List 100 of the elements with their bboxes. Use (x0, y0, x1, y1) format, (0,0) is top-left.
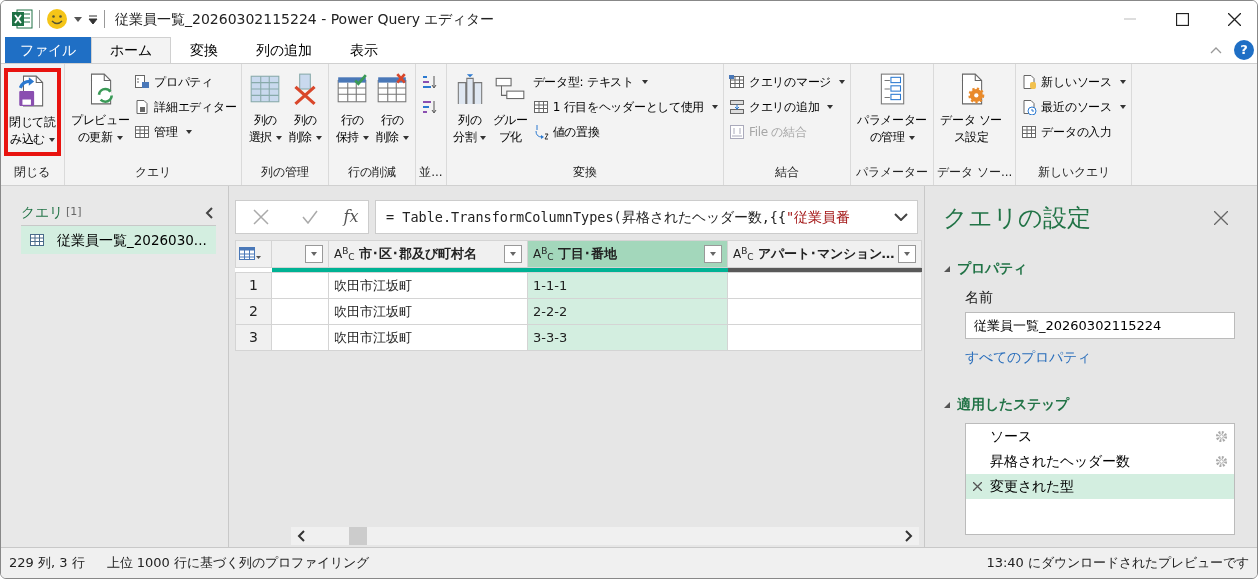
horizontal-scrollbar[interactable] (291, 527, 919, 545)
table-cell: 吹田市江坂町 (328, 324, 528, 351)
group-label: 列の管理 (260, 164, 311, 181)
sort-descending-icon (421, 99, 438, 115)
scrollbar-thumb[interactable] (349, 527, 367, 545)
step-item[interactable]: 昇格されたヘッダー数 (966, 449, 1234, 474)
gear-icon (1215, 455, 1228, 468)
column-header[interactable]: A$^{B}$$_{C}$ アパート･マンション… (727, 240, 922, 268)
group-label: クエリ (134, 164, 172, 181)
status-text: 13:40 にダウンロードされたプレビューです (986, 554, 1249, 573)
formula-field[interactable]: = Table.TransformColumnTypes(昇格されたヘッダー数,{{"従業員番 (375, 200, 918, 234)
chevron-down-icon (894, 213, 908, 221)
table-menu-button[interactable] (239, 247, 261, 261)
gear-icon (1215, 430, 1228, 443)
ribbon-tab[interactable]: ホーム (91, 37, 171, 63)
ribbon-button[interactable]: 詳細エディター (132, 95, 239, 119)
ribbon-tab[interactable]: 表示 (331, 37, 397, 63)
group-label: 変換 (571, 164, 598, 181)
column-header[interactable] (271, 240, 329, 268)
group-label: 閉じる (13, 164, 52, 181)
step-item[interactable]: 変更された型 (966, 474, 1234, 499)
ribbon-button[interactable]: 行の 保持 (332, 68, 373, 156)
table-cell: 吹田市江坂町 (328, 298, 528, 325)
ribbon-button[interactable]: クエリのマージ (727, 70, 847, 94)
ribbon-tab[interactable]: 列の追加 (237, 37, 331, 63)
ribbon-button[interactable]: 1 行目をヘッダーとして使用 (530, 95, 721, 119)
column-header[interactable]: A$^{B}$$_{C}$ 丁目･番地 (527, 240, 728, 268)
smiley-icon (46, 8, 68, 30)
group-label: 行の削減 (347, 164, 398, 181)
group-label: パラメーター (855, 164, 930, 181)
caret-icon (510, 252, 516, 256)
status-text: 229 列, 3 行 (9, 554, 85, 573)
ribbon-button[interactable]: 管理 (132, 120, 239, 144)
ribbon-tab[interactable]: 変換 (171, 37, 237, 63)
step-item[interactable]: ソース (966, 424, 1234, 449)
caret-icon (710, 252, 716, 256)
table-icon (1021, 124, 1038, 140)
table-icon (29, 232, 45, 249)
filter-button[interactable] (305, 245, 323, 263)
minimize-icon (1124, 18, 1136, 20)
section-title: プロパティ (957, 259, 1027, 278)
ribbon-button[interactable]: クエリの追加 (727, 95, 847, 119)
customize-menu-icon (88, 14, 98, 24)
group-label: データ ソー... (937, 164, 1013, 181)
pane-title: クエリの設定 (943, 203, 1091, 234)
name-field[interactable]: 従業員一覧_20260302115224 (965, 312, 1235, 339)
close-icon (1227, 12, 1241, 26)
ribbon-button[interactable]: 値の置換 (530, 120, 721, 144)
file-tab[interactable]: ファイル (5, 37, 91, 63)
filter-button[interactable] (704, 245, 722, 263)
row-number: 3 (235, 324, 272, 351)
caret-icon (904, 252, 910, 256)
group-label: 結合 (774, 164, 800, 181)
group-label: 並... (419, 164, 443, 181)
filter-button[interactable] (504, 245, 522, 263)
ribbon-button[interactable]: 最近のソース (1019, 95, 1128, 119)
pane-title: クエリ (21, 203, 63, 222)
ribbon-button[interactable]: パラメーター の管理 (853, 68, 931, 156)
ribbon-button[interactable]: 行の 削除 (372, 68, 413, 156)
sort-ascending-icon (421, 74, 438, 90)
insert-function-button[interactable]: fx (343, 205, 359, 229)
ribbon-button[interactable]: データの入力 (1019, 120, 1128, 144)
append-icon (729, 99, 746, 115)
table-icon (239, 247, 261, 261)
ribbon-button[interactable]: グルー プ化 (489, 68, 531, 156)
table-cell: 1-1-1 (527, 272, 728, 299)
ribbon-button[interactable]: プロパティ (132, 70, 239, 94)
ribbon-button[interactable]: データ ソー ス設定 (937, 68, 1006, 156)
row-number: 2 (235, 298, 272, 325)
combine-files-icon (729, 124, 746, 140)
column-title: アパート･マンション… (757, 245, 894, 264)
delete-step-icon (973, 482, 982, 491)
ribbon-button[interactable]: 新しいソース (1019, 70, 1128, 94)
table-cell: 2-2-2 (527, 298, 728, 325)
new-source-icon (1021, 74, 1038, 90)
ribbon-button[interactable]: プレビュー の更新 (67, 68, 133, 156)
all-properties-link[interactable]: すべてのプロパティ (965, 347, 1091, 368)
help-button[interactable]: ? (1234, 40, 1254, 60)
ribbon-button[interactable]: 列の 分割 (449, 68, 490, 156)
chevron-left-icon (205, 206, 213, 219)
filter-button[interactable] (898, 245, 916, 263)
chevron-up-icon (1210, 46, 1222, 54)
column-header[interactable]: A$^{B}$$_{C}$ 市･区･郡及び町村名 (328, 240, 528, 268)
document-icon (134, 99, 151, 115)
ribbon-button[interactable]: 列の 削除 (285, 68, 326, 156)
chevron-left-icon (297, 530, 305, 542)
caret-icon (311, 252, 317, 256)
properties-icon (134, 74, 151, 90)
window-title: 従業員一覧_20260302115224 - Power Query エディター (115, 9, 495, 29)
query-item[interactable]: 従業員一覧_2026030... (21, 226, 216, 255)
column-title: 市･区･郡及び町村名 (358, 245, 478, 264)
query-count: [1] (66, 204, 82, 221)
merge-icon (729, 74, 746, 90)
replace-values-icon (532, 124, 549, 140)
table-cell: 3-3-3 (527, 324, 728, 351)
ribbon-button[interactable]: 閉じて読 み込む (4, 68, 61, 156)
clock-document-icon (1021, 99, 1038, 115)
table-icon (134, 124, 151, 140)
ribbon-button[interactable]: 列の 選択 (245, 68, 286, 156)
ribbon-button[interactable]: データ型: テキスト (530, 70, 721, 94)
